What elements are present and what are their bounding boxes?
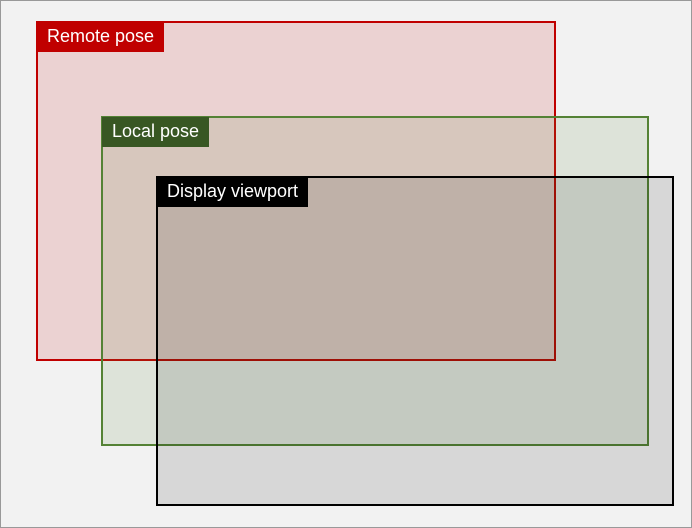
display-viewport-box: Display viewport — [156, 176, 674, 506]
display-viewport-label: Display viewport — [157, 177, 308, 207]
local-pose-label: Local pose — [102, 117, 209, 147]
remote-pose-label: Remote pose — [37, 22, 164, 52]
